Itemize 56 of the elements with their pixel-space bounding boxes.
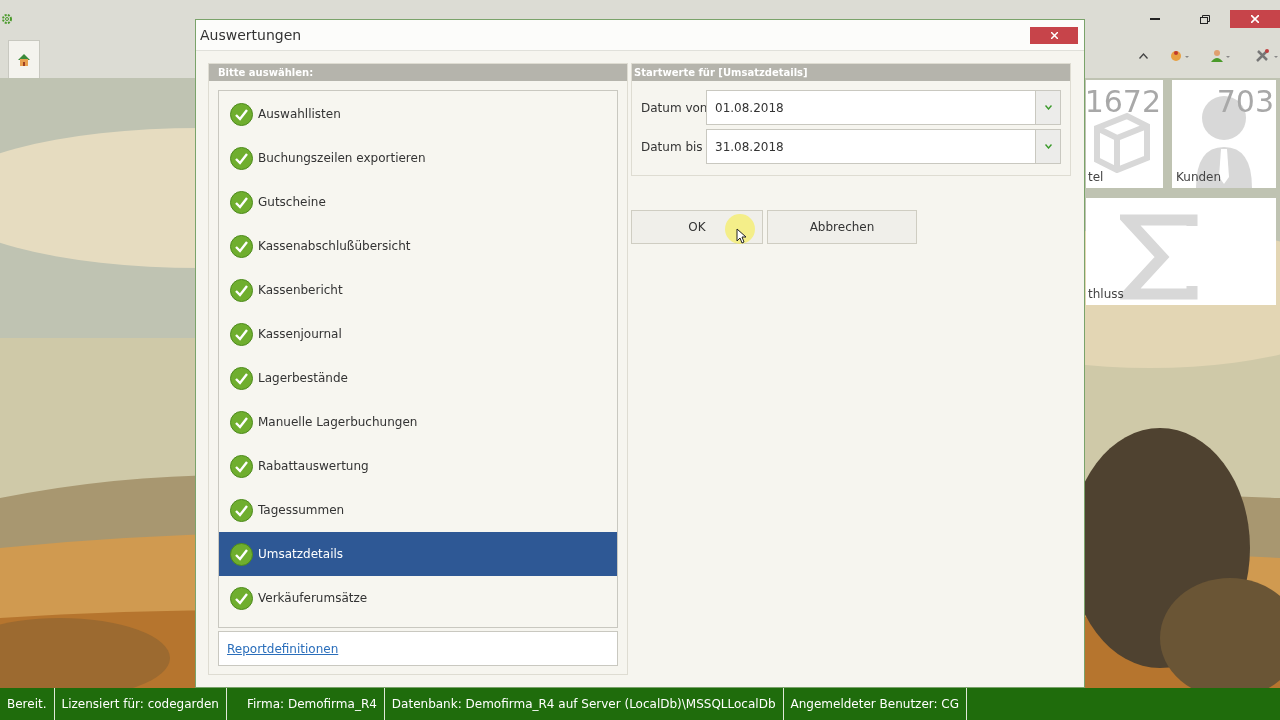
checkmark-icon [230,278,253,302]
checkmark-icon [230,234,253,258]
chevron-down-icon [1044,105,1052,110]
report-list-item[interactable]: Kassenabschlußübersicht [219,224,617,268]
report-list-item[interactable]: Gutscheine [219,180,617,224]
checkmark-icon [230,190,253,214]
tile-label: tel [1088,169,1104,186]
checkmark-icon [230,410,253,434]
home-icon [17,53,31,66]
checkmark-icon [230,322,253,346]
report-definitions-link[interactable]: Reportdefinitionen [227,639,339,658]
dashboard-tile[interactable]: 1672 tel [1086,80,1163,188]
field-label: Datum bis [641,138,704,156]
report-list-item[interactable]: Manuelle Lagerbuchungen [219,400,617,444]
dialog-close-button[interactable] [1030,26,1078,44]
report-list-item[interactable]: Tagessummen [219,488,617,532]
report-list-item[interactable]: Auswahllisten [219,92,617,136]
close-icon [1251,15,1259,23]
report-list-item[interactable]: Lagerbestände [219,356,617,400]
user-icon[interactable] [1210,49,1232,63]
checkmark-icon [230,542,253,566]
home-tab[interactable] [8,40,40,78]
tile-count: 703 [1216,83,1274,121]
close-icon [1050,31,1058,39]
mouse-cursor-icon [736,228,747,244]
tile-label: Kunden [1176,169,1222,186]
date-dropdown[interactable]: 31.08.2018 [706,129,1061,164]
field-label: Datum von [641,99,706,117]
dashboard-tile[interactable]: thluss [1086,198,1276,305]
report-list-item[interactable]: Verkäuferumsätze [219,576,617,620]
restore-icon[interactable] [1200,15,1210,24]
tile-label: thluss [1088,286,1124,303]
minimize-icon[interactable] [1150,18,1160,21]
checkmark-icon [230,146,253,170]
report-list-item[interactable]: Buchungszeilen exportieren [219,136,617,180]
caret-up-icon[interactable] [1139,53,1148,59]
report-list-item[interactable]: Kassenbericht [219,268,617,312]
gear-icon[interactable] [1,13,13,25]
checkmark-icon [230,498,253,522]
cancel-button[interactable]: Abbrechen [767,210,917,244]
checkmark-icon [230,454,253,478]
checkmark-icon [230,586,253,610]
panel-header: Startwerte für [Umsatzdetails] [632,64,1070,81]
date-dropdown[interactable]: 01.08.2018 [706,90,1061,125]
checkmark-icon [230,102,253,126]
checkmark-icon [230,366,253,390]
chevron-down-icon [1044,144,1052,149]
close-button[interactable] [1230,10,1280,28]
report-list-item[interactable]: Rabattauswertung [219,444,617,488]
dashboard-tile[interactable]: 703 Kunden [1172,80,1276,188]
report-list-item[interactable]: Umsatzdetails [219,532,617,576]
dialog-title: Auswertungen [200,25,302,45]
status-text: Bereit. [0,688,55,720]
panel-header: Bitte auswählen: [209,64,627,81]
report-list-item[interactable]: Kassenjournal [219,312,617,356]
tile-count: 1672 [1084,83,1161,121]
